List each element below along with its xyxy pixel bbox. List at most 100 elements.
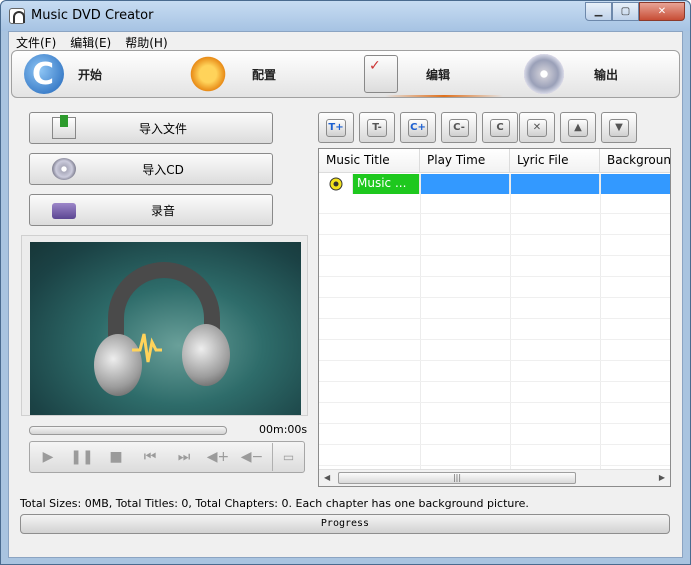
empty-row <box>319 236 670 256</box>
previous-icon: ⏮ <box>143 449 157 465</box>
chapter-settings-button[interactable]: C <box>482 112 518 143</box>
menu-bar: 文件(F) 编辑(E) 帮助(H) <box>9 32 682 51</box>
headphone-cup-right <box>182 324 230 386</box>
delete-icon: ✕ <box>527 118 547 137</box>
column-background[interactable]: Backgroun <box>600 149 670 173</box>
play-icon: ▶ <box>42 449 54 465</box>
empty-row <box>319 278 670 298</box>
app-window: Music DVD Creator ▁ ▢ ✕ 文件(F) 编辑(E) 帮助(H… <box>0 0 691 565</box>
volume-up-button[interactable]: ◀+ <box>206 447 230 467</box>
volume-down-icon: ◀− <box>240 449 264 465</box>
empty-row <box>319 383 670 403</box>
remove-title-button[interactable]: T- <box>359 112 395 143</box>
move-up-button[interactable]: ▲ <box>560 112 596 143</box>
step-config-label: 配置 <box>252 67 277 82</box>
empty-row <box>319 341 670 361</box>
remove-title-icon: T- <box>367 118 387 137</box>
column-play-time[interactable]: Play Time <box>420 149 510 173</box>
menu-edit[interactable]: 编辑(E) <box>63 32 118 51</box>
add-title-button[interactable]: T+ <box>318 112 354 143</box>
close-icon: ✕ <box>657 6 667 17</box>
sound-wave-icon <box>132 333 162 363</box>
play-button[interactable]: ▶ <box>36 447 60 467</box>
add-chapter-icon: C+ <box>408 118 428 137</box>
seek-bar[interactable] <box>29 426 227 435</box>
window-controls: ▁ ▢ ✕ <box>585 2 685 21</box>
step-config[interactable]: 配置 <box>188 51 276 97</box>
gears-icon <box>188 54 228 94</box>
record-button[interactable]: 录音 <box>29 194 273 226</box>
step-toolbar: 开始 配置 编辑 输出 <box>11 50 680 98</box>
close-button[interactable]: ✕ <box>639 2 685 21</box>
list-header: Music Title Play Time Lyric File Backgro… <box>319 149 670 173</box>
list-item-play-time <box>420 174 510 194</box>
delete-button[interactable]: ✕ <box>519 112 555 143</box>
empty-row <box>319 257 670 277</box>
client-area: 文件(F) 编辑(E) 帮助(H) 开始 配置 编辑 输出 <box>8 31 683 558</box>
speaker-icon <box>319 174 353 194</box>
import-file-button[interactable]: 导入文件 <box>29 112 273 144</box>
progress-bar: Progress <box>20 514 670 534</box>
import-file-icon <box>52 115 76 139</box>
pause-button[interactable]: ❚❚ <box>70 447 94 467</box>
checklist-pencil-icon <box>364 55 398 93</box>
empty-row <box>319 215 670 235</box>
list-item[interactable]: Music ... <box>319 174 670 194</box>
scroll-thumb[interactable]: ||| <box>338 472 576 484</box>
fullscreen-icon: ▭ <box>282 450 295 464</box>
active-step-indicator <box>385 95 503 97</box>
stop-icon: ■ <box>109 449 123 465</box>
remove-chapter-icon: C- <box>449 118 469 137</box>
step-output-label: 输出 <box>594 67 619 82</box>
volume-up-icon: ◀+ <box>206 449 230 465</box>
window-title: Music DVD Creator <box>31 8 154 23</box>
step-output[interactable]: 输出 <box>524 51 618 97</box>
title-bar[interactable]: Music DVD Creator ▁ ▢ ✕ <box>1 1 690 31</box>
column-music-title[interactable]: Music Title <box>319 149 420 173</box>
move-down-button[interactable]: ▼ <box>601 112 637 143</box>
list-item-background <box>600 174 670 194</box>
next-icon: ⏭ <box>177 449 191 465</box>
empty-row <box>319 425 670 445</box>
menu-file[interactable]: 文件(F) <box>9 32 63 51</box>
stop-button[interactable]: ■ <box>104 447 128 467</box>
empty-row <box>319 362 670 382</box>
add-chapter-button[interactable]: C+ <box>400 112 436 143</box>
previous-button[interactable]: ⏮ <box>138 447 162 467</box>
scroll-left-icon[interactable]: ◀ <box>324 473 330 482</box>
pause-icon: ❚❚ <box>70 449 94 465</box>
step-start-label: 开始 <box>78 67 103 82</box>
next-button[interactable]: ⏭ <box>172 447 196 467</box>
step-edit-label: 编辑 <box>426 67 451 82</box>
remove-chapter-button[interactable]: C- <box>441 112 477 143</box>
menu-help[interactable]: 帮助(H) <box>118 32 174 51</box>
list-item-lyric-file <box>510 174 600 194</box>
empty-row <box>319 446 670 466</box>
volume-down-button[interactable]: ◀− <box>240 447 264 467</box>
step-start[interactable]: 开始 <box>24 51 102 97</box>
step-edit[interactable]: 编辑 <box>364 51 450 97</box>
scroll-right-icon[interactable]: ▶ <box>659 473 665 482</box>
maximize-button[interactable]: ▢ <box>612 2 639 21</box>
preview-image <box>30 242 301 415</box>
import-cd-button[interactable]: 导入CD <box>29 153 273 185</box>
import-cd-icon <box>52 158 76 180</box>
app-icon <box>9 8 25 24</box>
add-title-icon: T+ <box>326 118 346 137</box>
horizontal-scrollbar[interactable]: ◀ ||| ▶ <box>319 469 670 486</box>
empty-row <box>319 299 670 319</box>
move-up-icon: ▲ <box>568 118 588 137</box>
refresh-c-icon <box>24 54 64 94</box>
list-item-title: Music ... <box>353 174 420 194</box>
preview-panel <box>21 235 308 416</box>
move-down-icon: ▼ <box>609 118 629 137</box>
minimize-button[interactable]: ▁ <box>585 2 612 21</box>
maximize-icon: ▢ <box>620 6 631 17</box>
title-list[interactable]: Music Title Play Time Lyric File Backgro… <box>318 148 671 487</box>
cassette-icon <box>52 203 76 219</box>
disc-icon <box>524 54 564 94</box>
column-lyric-file[interactable]: Lyric File <box>510 149 600 173</box>
empty-row <box>319 320 670 340</box>
status-summary: Total Sizes: 0MB, Total Titles: 0, Total… <box>20 497 529 510</box>
fullscreen-button[interactable]: ▭ <box>272 443 304 471</box>
